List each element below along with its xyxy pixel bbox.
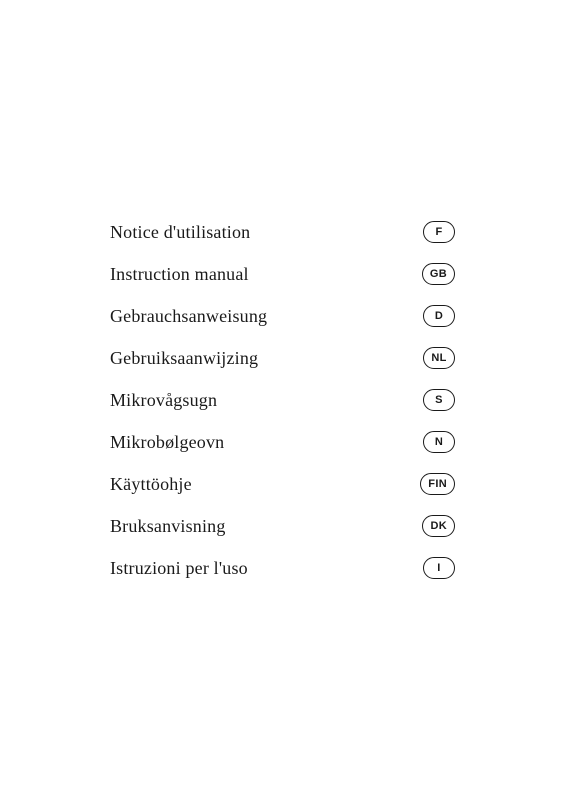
menu-badge: GB	[422, 263, 455, 285]
menu-label: Gebruiksaanwijzing	[110, 348, 258, 369]
menu-badge: D	[423, 305, 455, 327]
menu-badge: S	[423, 389, 455, 411]
menu-badge: I	[423, 557, 455, 579]
menu-item[interactable]: Käyttöohje FIN	[110, 463, 455, 505]
menu-item[interactable]: Istruzioni per l'uso I	[110, 547, 455, 589]
menu-badge: DK	[422, 515, 455, 537]
menu-item[interactable]: Gebruiksaanwijzing NL	[110, 337, 455, 379]
menu-item[interactable]: Mikrobølgeovn N	[110, 421, 455, 463]
menu-label: Käyttöohje	[110, 474, 192, 495]
menu-item[interactable]: Instruction manual GB	[110, 253, 455, 295]
menu-label: Instruction manual	[110, 264, 249, 285]
menu-label: Notice d'utilisation	[110, 222, 250, 243]
menu-label: Mikrobølgeovn	[110, 432, 224, 453]
menu-item[interactable]: Bruksanvisning DK	[110, 505, 455, 547]
menu-badge: NL	[423, 347, 455, 369]
menu-label: Gebrauchsanweisung	[110, 306, 267, 327]
menu-label: Mikrovågsugn	[110, 390, 217, 411]
menu-badge: F	[423, 221, 455, 243]
menu-badge: N	[423, 431, 455, 453]
menu-item[interactable]: Gebrauchsanweisung D	[110, 295, 455, 337]
page: Notice d'utilisation F Instruction manual G…	[0, 0, 565, 800]
menu-list: Notice d'utilisation F Instruction manual G…	[110, 211, 455, 589]
menu-item[interactable]: Mikrovågsugn S	[110, 379, 455, 421]
menu-label: Bruksanvisning	[110, 516, 226, 537]
menu-label: Istruzioni per l'uso	[110, 558, 248, 579]
menu-item[interactable]: Notice d'utilisation F	[110, 211, 455, 253]
menu-badge: FIN	[420, 473, 455, 495]
